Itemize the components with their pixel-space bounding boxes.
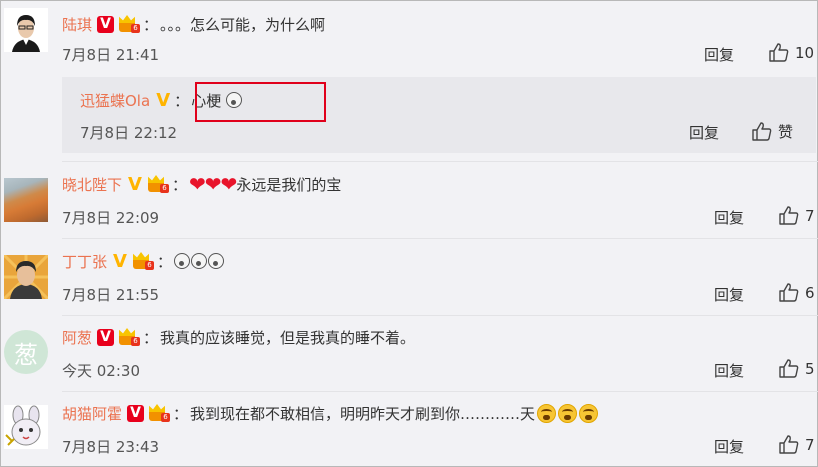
colon: ：: [173, 404, 189, 423]
like-count: 10: [795, 43, 815, 62]
user-name[interactable]: 阿葱: [62, 327, 92, 348]
reply-button[interactable]: 回复: [714, 284, 744, 305]
divider: [62, 315, 818, 316]
reply-button[interactable]: 回复: [714, 207, 744, 228]
crying-emoji-icon: [579, 403, 599, 423]
like-button[interactable]: 7: [779, 435, 815, 454]
reply-button[interactable]: 回复: [689, 122, 719, 143]
thumbs-up-icon: [779, 283, 799, 302]
scream-emoji-icon: [208, 253, 225, 269]
colon: ：: [172, 175, 188, 194]
verified-badge-icon: V: [156, 89, 171, 111]
like-button[interactable]: 5: [779, 359, 815, 378]
like-button[interactable]: 10: [769, 43, 814, 62]
avatar[interactable]: [4, 178, 48, 222]
divider: [62, 161, 818, 162]
vip-crown-icon: 6: [132, 252, 155, 270]
colon: ：: [143, 328, 159, 347]
vip-crown-icon: 6: [147, 175, 170, 193]
avatar[interactable]: [4, 8, 48, 52]
colon: ：: [174, 91, 190, 110]
like-label: 赞: [778, 123, 794, 141]
thumbs-up-icon: [779, 359, 799, 378]
timestamp: 7月8日 21:55: [62, 286, 160, 304]
user-name[interactable]: 丁丁张: [62, 251, 107, 272]
timestamp: 7月8日 23:43: [62, 438, 160, 456]
user-name[interactable]: 晓北陛下: [62, 174, 122, 195]
verified-badge-icon: V: [113, 250, 127, 272]
thumbs-up-icon: [769, 43, 789, 62]
reply-button[interactable]: 回复: [704, 44, 734, 65]
like-button[interactable]: 7: [779, 206, 815, 225]
thumbs-up-icon: [779, 435, 799, 454]
reply-button[interactable]: 回复: [714, 360, 744, 381]
avatar-letter: 葱: [14, 340, 38, 369]
scream-emoji-icon: [191, 253, 208, 269]
comment-header: 晓北陛下 V 6 ： ❤❤❤ 永远是我们的宝: [62, 173, 341, 195]
reply-thread: 迅猛蝶Ola V ： 心梗 7月8日 22:12 回复 赞: [62, 77, 816, 153]
timestamp: 7月8日 21:41: [62, 46, 160, 64]
user-name[interactable]: 迅猛蝶Ola: [80, 90, 150, 111]
verified-badge-icon: V: [97, 15, 115, 33]
colon: ：: [143, 15, 159, 34]
comment-text: 我到现在都不敢相信，明明昨天才刷到你…………天: [190, 404, 536, 423]
user-name[interactable]: 陆琪: [62, 14, 92, 35]
like-count: 7: [805, 206, 815, 225]
comment-text: 我真的应该睡觉，但是我真的睡不着。: [160, 328, 416, 347]
scream-emoji-icon: [174, 253, 191, 269]
thumbs-up-icon: [779, 206, 799, 225]
highlight-box: [195, 82, 326, 122]
verified-badge-icon: V: [128, 173, 142, 195]
thumbs-up-icon: [752, 122, 772, 141]
comment-text: 。。。怎么可能，为什么啊: [160, 15, 326, 34]
reply-button[interactable]: 回复: [714, 436, 744, 457]
crying-emoji-icon: [537, 403, 557, 423]
avatar[interactable]: [4, 405, 48, 449]
comment-text: 永远是我们的宝: [236, 175, 342, 194]
like-count: 7: [805, 435, 815, 454]
divider: [62, 391, 818, 392]
like-button[interactable]: 6: [779, 283, 815, 302]
timestamp: 今天 02:30: [62, 362, 140, 380]
divider: [62, 238, 818, 239]
user-name[interactable]: 胡猫阿霍: [62, 403, 122, 424]
comment-header: 阿葱 V 6 ： 我真的应该睡觉，但是我真的睡不着。: [62, 326, 415, 348]
comment-header: 丁丁张 V 6 ：: [62, 250, 225, 272]
verified-badge-icon: V: [97, 328, 115, 346]
timestamp: 7月8日 22:09: [62, 209, 160, 227]
comment-panel: [0, 0, 818, 467]
vip-crown-icon: 6: [118, 15, 141, 33]
avatar[interactable]: 葱: [4, 330, 48, 374]
crying-emoji-icon: [558, 403, 578, 423]
vip-crown-icon: 6: [148, 404, 171, 422]
like-button[interactable]: 赞: [752, 121, 793, 142]
comment-header: 胡猫阿霍 V 6 ： 我到现在都不敢相信，明明昨天才刷到你…………天: [62, 402, 599, 424]
verified-badge-icon: V: [127, 404, 145, 422]
heart-emoji-icon: ❤❤❤: [189, 172, 237, 196]
colon: ：: [157, 252, 173, 271]
timestamp: 7月8日 22:12: [80, 124, 178, 142]
comment-header: 陆琪 V 6 ： 。。。怎么可能，为什么啊: [62, 13, 325, 35]
like-count: 5: [805, 359, 815, 378]
avatar[interactable]: [4, 255, 48, 299]
like-count: 6: [805, 283, 815, 302]
vip-crown-icon: 6: [118, 328, 141, 346]
